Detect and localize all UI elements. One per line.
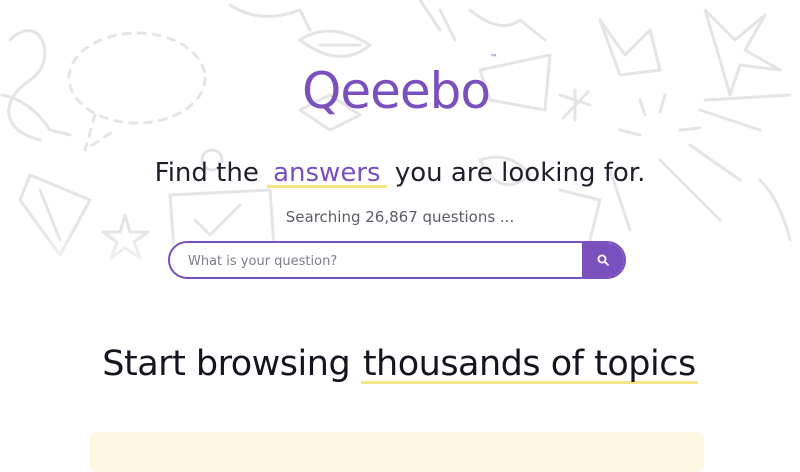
browse-topics-heading: Start browsing thousands of topics <box>0 344 800 384</box>
logo-text: Qeeebo <box>302 62 491 120</box>
trademark-mark: ™ <box>489 53 498 63</box>
site-logo[interactable]: Qeeebo™ <box>0 53 800 120</box>
browse-title-highlight: thousands of topics <box>360 344 698 384</box>
hero-headline: Find the answers you are looking for. <box>0 158 800 188</box>
headline-highlight: answers <box>267 158 387 188</box>
search-input[interactable] <box>186 243 580 277</box>
browse-title-start: Start browsing <box>102 344 351 384</box>
question-count-text: Searching 26,867 questions ... <box>285 208 515 226</box>
search-icon <box>597 254 609 266</box>
topics-card <box>90 432 704 472</box>
headline-text-start: Find the <box>154 158 259 188</box>
search-bar <box>168 241 626 279</box>
search-button[interactable] <box>582 243 624 277</box>
headline-text-end: you are looking for. <box>394 158 646 188</box>
